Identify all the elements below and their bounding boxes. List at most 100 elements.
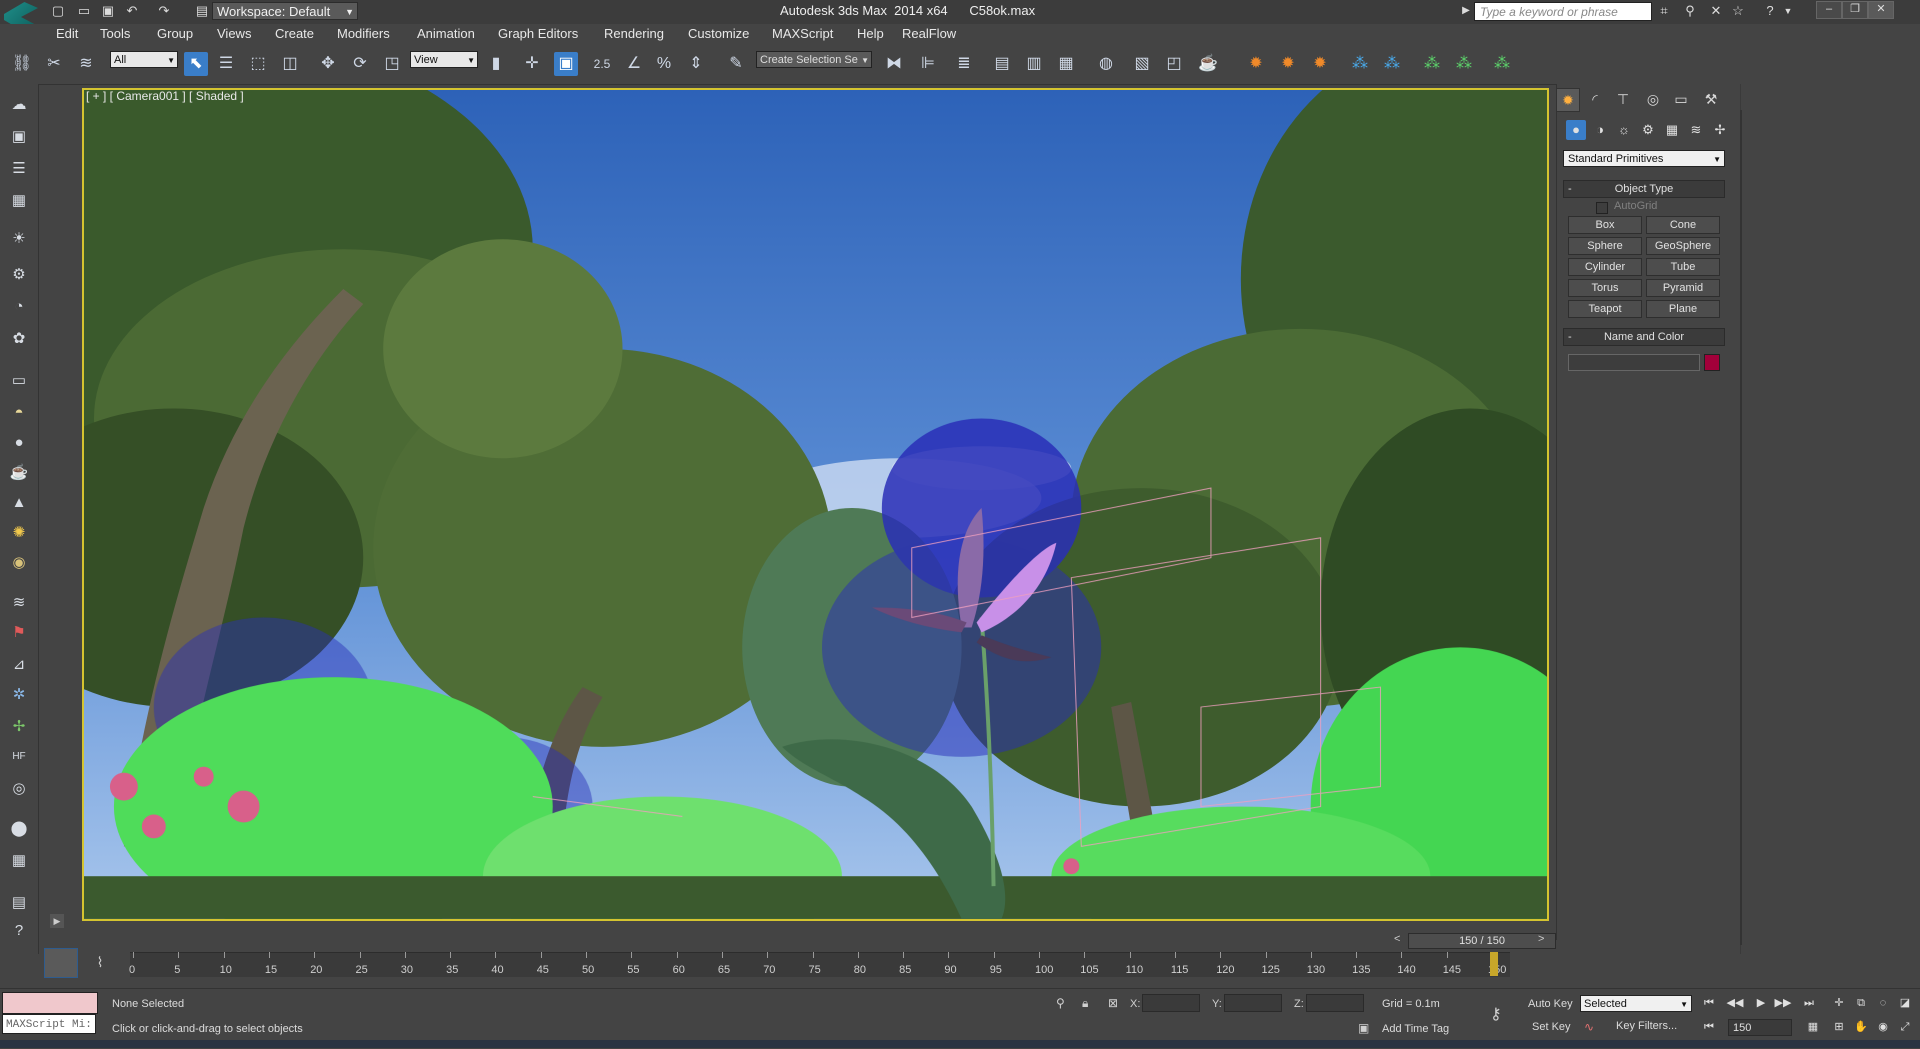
add-time-tag[interactable]: Add Time Tag <box>1382 1023 1449 1035</box>
time-configuration-icon[interactable]: ▦ <box>1804 1019 1822 1035</box>
percent-snap-icon[interactable]: % <box>652 52 676 76</box>
light-lister-icon[interactable]: ☀ <box>7 228 31 250</box>
menu-graph-editors[interactable]: Graph Editors <box>498 26 578 41</box>
dolly-icon[interactable]: ⊞ <box>1830 1019 1848 1035</box>
object-color-swatch[interactable] <box>1704 354 1720 371</box>
realflow-particles-icon[interactable]: ⁂ <box>1348 52 1372 76</box>
lights-icon[interactable]: ☼ <box>1614 120 1634 140</box>
scale-icon[interactable]: ◳ <box>380 52 404 76</box>
space-warps-icon[interactable]: ≋ <box>1686 120 1706 140</box>
bind-space-warp-icon[interactable]: ≋ <box>74 52 98 76</box>
favorites-star-icon[interactable]: ☆ <box>1730 3 1746 19</box>
padlock-icon[interactable]: 🔒︎ <box>1082 996 1088 1011</box>
viewport-scene[interactable] <box>84 90 1547 919</box>
go-to-end-icon[interactable]: ⏭ <box>1800 995 1818 1011</box>
redo-icon[interactable]: ↷ <box>156 3 172 19</box>
hemisphere-primitive-icon[interactable]: ◓ <box>7 402 31 424</box>
realflow-export-icon[interactable]: ⁂ <box>1420 52 1444 76</box>
bones-tools-icon[interactable]: ◔ <box>7 296 31 318</box>
layer-explorer-icon[interactable]: ▣ <box>7 126 31 148</box>
save-icon[interactable]: ▣ <box>100 3 116 19</box>
menu-animation[interactable]: Animation <box>417 26 475 41</box>
key-mode-toggle-icon[interactable]: ⏮ <box>1700 1019 1718 1035</box>
menu-maxscript[interactable]: MAXScript <box>772 26 833 41</box>
select-manipulate-icon[interactable]: ✛ <box>520 52 544 76</box>
key-icon[interactable]: ⚲ <box>1682 3 1698 19</box>
zoom-all-icon[interactable]: ⧉ <box>1852 995 1870 1011</box>
reference-coordinate-dropdown[interactable]: View ▼ <box>410 51 478 68</box>
render-setup-icon[interactable]: ▧ <box>1130 52 1154 76</box>
absolute-mode-icon[interactable]: ⊠ <box>1108 996 1118 1010</box>
spinner-snap-icon[interactable]: ⇕ <box>684 52 708 76</box>
menu-tools[interactable]: Tools <box>100 26 130 41</box>
modify-tab-icon[interactable]: ◜ <box>1584 88 1606 110</box>
key-filters-button[interactable]: Key Filters... <box>1616 1020 1677 1032</box>
sphere-button[interactable]: Sphere <box>1568 237 1642 255</box>
time-slider-next-icon[interactable]: > <box>1538 933 1544 945</box>
render-tools-icon[interactable]: ✿ <box>7 328 31 350</box>
hf-tool-icon[interactable]: HF <box>7 746 31 768</box>
mini-curve-editor-icon[interactable]: ⌇ <box>88 954 112 974</box>
selection-filter-dropdown[interactable]: All ▼ <box>110 51 178 68</box>
hierarchy-tab-icon[interactable]: ⊤ <box>1612 88 1634 110</box>
time-slider[interactable]: 150 / 150 <box>1408 933 1556 949</box>
gear-icon[interactable]: ✲ <box>7 684 31 706</box>
set-key-button[interactable]: Set Key <box>1532 1021 1571 1033</box>
help-icon[interactable]: ? <box>7 920 31 942</box>
chevron-down-icon[interactable]: ▼ <box>1780 3 1796 19</box>
mirror-icon[interactable]: ⧓ <box>882 52 906 76</box>
name-and-color-rollout[interactable]: - Name and Color <box>1563 328 1725 346</box>
container-icon[interactable]: ◎ <box>7 778 31 800</box>
rectangular-selection-icon[interactable]: ⬚ <box>246 52 270 76</box>
chevron-right-icon[interactable]: ▶ <box>1458 3 1474 19</box>
play-icon[interactable]: ▶ <box>1752 995 1770 1011</box>
viewport-label[interactable]: [ + ] [ Camera001 ] [ Shaded ] <box>86 89 244 103</box>
graphite-toggle-icon[interactable]: ▤ <box>990 52 1014 76</box>
menu-rendering[interactable]: Rendering <box>604 26 664 41</box>
edit-named-selection-icon[interactable]: ✎ <box>724 52 748 76</box>
realflow-mesh-icon[interactable]: ✹ <box>1308 52 1332 76</box>
schematic-view-icon[interactable]: ▦ <box>1054 52 1078 76</box>
sun-light-icon[interactable]: ✺ <box>7 522 31 544</box>
motion-tab-icon[interactable]: ◎ <box>1642 88 1664 110</box>
snaps-toggle[interactable]: 2.5 <box>590 52 614 76</box>
field-of-view-icon[interactable]: ◪ <box>1896 995 1914 1011</box>
infocenter-icon[interactable]: ⌗ <box>1656 3 1672 19</box>
layer-manager-icon[interactable]: ≣ <box>952 52 976 76</box>
workspace-dropdown[interactable]: Workspace: Default ▼ <box>212 2 358 20</box>
grid-tool-icon[interactable]: ▦ <box>7 850 31 872</box>
lock-selection-icon[interactable]: ⚲ <box>1056 996 1065 1010</box>
track-bar-thumbnail[interactable] <box>44 948 78 978</box>
undo-icon[interactable]: ↶ <box>124 3 140 19</box>
search-input[interactable]: Type a keyword or phrase <box>1474 2 1652 21</box>
camera-viewport[interactable] <box>82 88 1549 921</box>
render-production-icon[interactable]: ☕ <box>1196 52 1220 76</box>
maximize-viewport-icon[interactable]: ⤢ <box>1896 1019 1914 1035</box>
maxscript-mini-listener[interactable]: MAXScript Mi: <box>2 1014 96 1034</box>
current-frame-marker[interactable] <box>1490 952 1498 976</box>
geosphere-button[interactable]: GeoSphere <box>1646 237 1720 255</box>
scene-explorer-icon[interactable]: ☁ <box>7 94 31 116</box>
align-icon[interactable]: ⊫ <box>916 52 940 76</box>
new-file-icon[interactable]: ▢ <box>50 3 66 19</box>
object-type-rollout[interactable]: - Object Type <box>1563 180 1725 198</box>
track-view-icon[interactable]: ▦ <box>7 190 31 212</box>
helpers-icon[interactable]: ▦ <box>1662 120 1682 140</box>
select-by-name-icon[interactable]: ☰ <box>214 52 238 76</box>
key-mode-dropdown[interactable]: Selected ▼ <box>1580 995 1692 1012</box>
hair-fur-icon[interactable]: ✢ <box>7 716 31 738</box>
rotate-icon[interactable]: ⟳ <box>348 52 372 76</box>
set-key-icon[interactable]: ⚷ <box>1490 1004 1502 1024</box>
maxscript-listener-output[interactable] <box>2 992 98 1014</box>
z-coordinate-field[interactable] <box>1306 994 1364 1012</box>
move-icon[interactable]: ✥ <box>316 52 340 76</box>
next-frame-icon[interactable]: ▶▶ <box>1774 995 1792 1011</box>
cloth-icon[interactable]: ⊿ <box>7 654 31 676</box>
realflow-sim-icon[interactable]: ⁂ <box>1452 52 1476 76</box>
pan-hand-icon[interactable]: ✋ <box>1852 1019 1870 1035</box>
script-icon[interactable]: ▤ <box>7 892 31 914</box>
rendered-frame-window-icon[interactable]: ◰ <box>1162 52 1186 76</box>
link-icon[interactable]: ⛓ <box>10 52 34 76</box>
plane-button[interactable]: Plane <box>1646 300 1720 318</box>
keyboard-shortcut-override-icon[interactable]: ▣ <box>554 52 578 76</box>
